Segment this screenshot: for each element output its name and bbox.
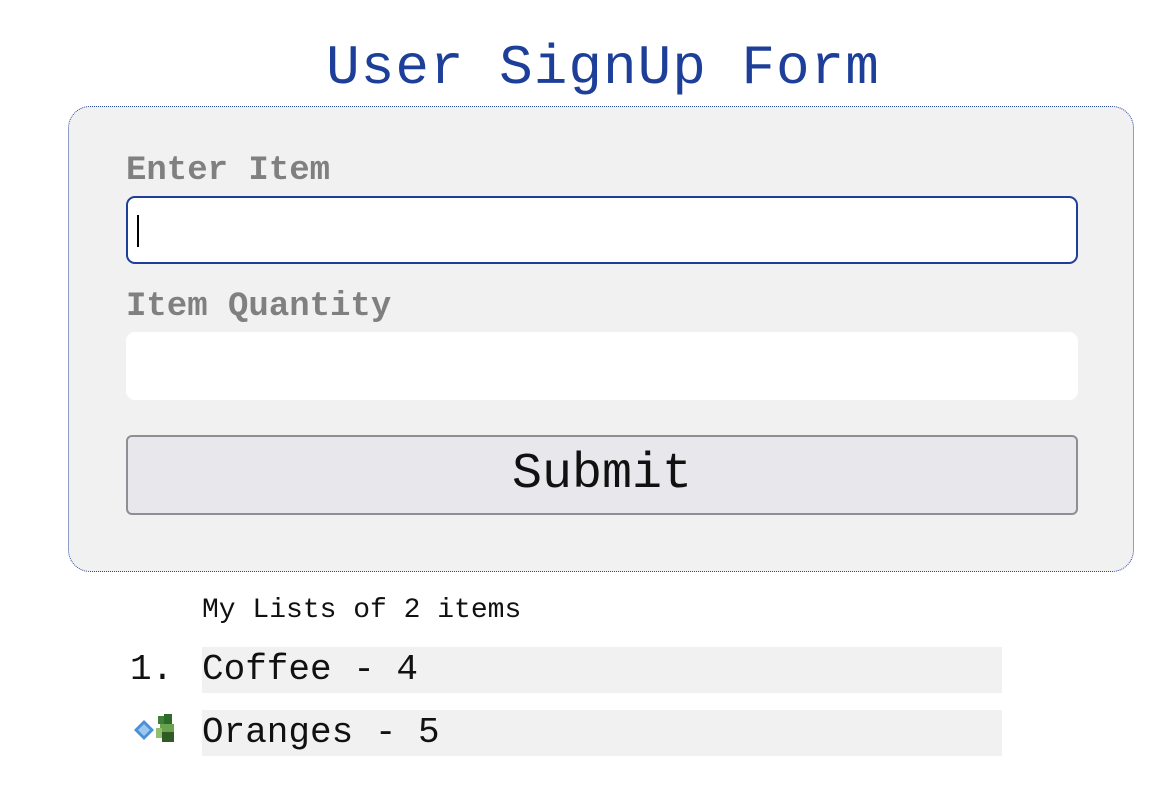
quantity-input[interactable] (126, 332, 1078, 400)
text-caret (137, 215, 139, 247)
signup-form: Enter Item Item Quantity Submit (68, 106, 1134, 572)
page: User SignUp Form Enter Item Item Quantit… (0, 0, 1150, 792)
list-item: Coffee - 4 (202, 647, 1002, 693)
quantity-label: Item Quantity (126, 288, 392, 326)
page-title: User SignUp Form (326, 36, 880, 100)
item-input[interactable] (126, 196, 1078, 264)
submit-button[interactable]: Submit (126, 435, 1078, 515)
broken-image-icon (130, 712, 178, 744)
list-item: Oranges - 5 (202, 710, 1002, 756)
list-heading: My Lists of 2 items (202, 595, 522, 626)
list-item-marker: 1. (130, 649, 174, 690)
item-label: Enter Item (126, 152, 331, 190)
